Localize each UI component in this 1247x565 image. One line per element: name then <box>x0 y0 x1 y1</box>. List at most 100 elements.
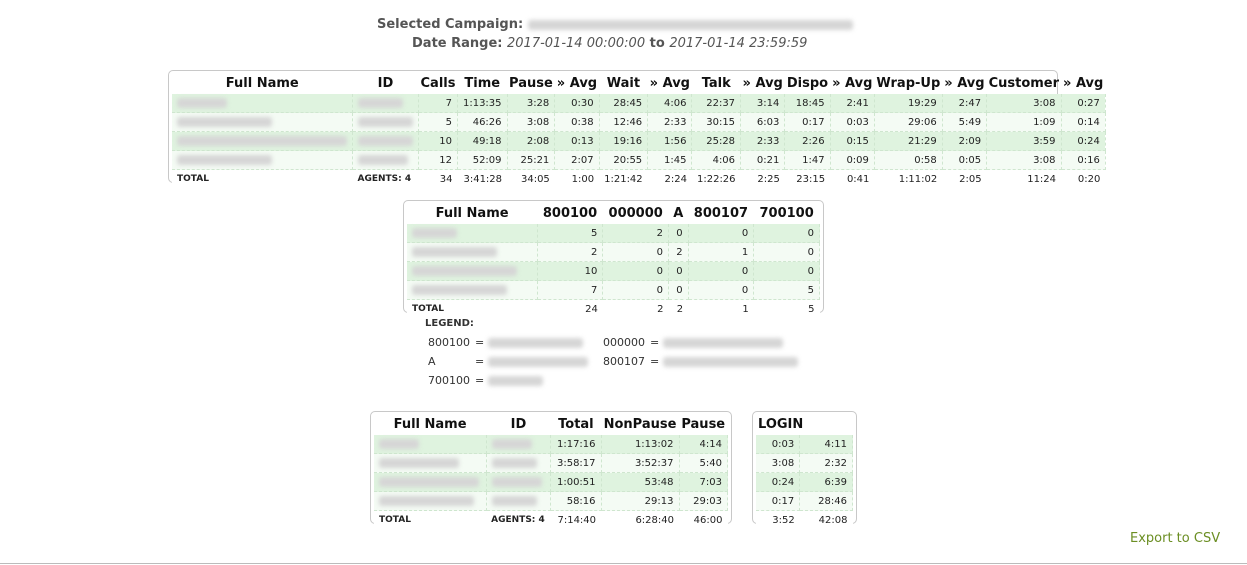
table-row: 1:00:51 53:48 7:03 <box>374 472 728 492</box>
table-cell: 2:32 <box>799 453 853 473</box>
column-header: Dispo <box>786 76 829 91</box>
status-count-table: Full Name 800100 000000 A 800107 700100 52000… <box>403 200 824 318</box>
total-label: TOTAL <box>407 299 538 318</box>
redacted-text <box>379 457 459 468</box>
total-cell: 1 <box>688 299 754 318</box>
table-row: 12 52:09 25:21 2:07 20:55 1:45 4:06 0:21 1:47 0:0… <box>172 150 1106 170</box>
total-cell: 34 <box>418 169 458 188</box>
redacted-text <box>177 116 272 127</box>
table-cell: 20:55 <box>599 150 649 170</box>
table-cell: 3:08 <box>986 94 1062 113</box>
redacted-text <box>491 476 542 487</box>
table-cell: 3:59 <box>986 131 1062 151</box>
table-row: 0:24 6:39 <box>756 472 853 492</box>
table-cell: 5 <box>753 280 820 300</box>
table-cell: 10 <box>537 261 604 281</box>
redacted-text <box>177 135 347 146</box>
table-cell: 0 <box>688 224 755 243</box>
date-to: 2017-01-14 23:59:59 <box>669 36 808 51</box>
table-cell: 0 <box>753 242 820 262</box>
total-cell: 0:41 <box>830 169 875 188</box>
column-header: Wait <box>606 76 641 91</box>
total-cell: 2 <box>668 299 689 318</box>
table-row: 20210 <box>407 242 820 262</box>
agent-name-cell <box>407 224 538 243</box>
column-header: A <box>673 206 684 221</box>
agent-id-cell <box>486 435 552 454</box>
table-cell: 2:41 <box>830 94 875 113</box>
table-cell: 0 <box>602 242 670 262</box>
table-row: 3:08 2:32 <box>756 453 853 473</box>
agent-name-cell <box>172 131 353 151</box>
table-cell: 0 <box>602 261 670 281</box>
redacted-text <box>379 476 479 487</box>
table-cell: 0 <box>668 224 689 243</box>
total-cell: 34:05 <box>507 169 555 188</box>
table-cell: 0:24 <box>1061 131 1106 151</box>
bottom-divider <box>0 563 1247 564</box>
agent-id-cell <box>352 112 419 132</box>
table-row: 58:16 29:13 29:03 <box>374 491 728 511</box>
table-cell: 7 <box>537 280 604 300</box>
total-cell: 2:24 <box>647 169 692 188</box>
column-header: 800100 <box>542 206 598 221</box>
table-cell: 21:29 <box>874 131 943 151</box>
agent-id-cell <box>352 150 419 170</box>
agent-id-cell <box>486 472 552 492</box>
table-cell: 0 <box>753 224 820 243</box>
column-header: Wrap-Up <box>876 76 941 91</box>
table-cell: 3:08 <box>507 112 556 132</box>
column-header: Time <box>464 76 501 91</box>
redacted-text <box>379 438 419 449</box>
table-cell: 1 <box>688 242 755 262</box>
agent-id-cell <box>352 94 419 113</box>
agent-id-cell <box>486 491 552 511</box>
table-cell: 4:06 <box>691 150 742 170</box>
table-cell: 0:16 <box>1061 150 1106 170</box>
table-cell: 19:16 <box>599 131 649 151</box>
table-row: 10 49:18 2:08 0:13 19:16 1:56 25:28 2:33 2:26 0:1… <box>172 131 1106 151</box>
export-csv-link[interactable]: Export to CSV <box>1130 531 1220 546</box>
table-cell: 58:16 <box>550 491 602 511</box>
table-cell: 0:15 <box>830 131 875 151</box>
legend: LEGEND: 800100 = 000000 = A = 800107 = 70010… <box>425 318 825 390</box>
total-cell: 1:22:26 <box>691 169 741 188</box>
table-row: 7 1:13:35 3:28 0:30 28:45 4:06 22:37 3:14 18:45 2… <box>172 94 1106 113</box>
table-cell: 0:30 <box>554 94 600 113</box>
table-cell: 49:18 <box>457 131 508 151</box>
table-cell: 29:06 <box>874 112 943 132</box>
total-cell: 42:08 <box>799 510 853 529</box>
table-cell: 2:07 <box>554 150 600 170</box>
campaign-label: Selected Campaign: <box>377 17 524 32</box>
agent-name-cell <box>407 242 538 262</box>
agents-count: AGENTS: 4 <box>486 510 551 529</box>
table-cell: 5:49 <box>942 112 988 132</box>
table-cell: 3:08 <box>986 150 1062 170</box>
total-cell: 1:21:42 <box>599 169 648 188</box>
column-header: Pause <box>681 417 726 432</box>
column-header: » Avg <box>832 76 873 91</box>
agent-name-cell <box>172 112 353 132</box>
legend-item-000000: 000000 = <box>603 336 783 349</box>
campaign-line: Selected Campaign: <box>377 17 853 32</box>
table-cell: 0:24 <box>756 472 801 492</box>
redacted-text <box>412 246 497 257</box>
table-cell: 0 <box>668 280 689 300</box>
table-cell: 0:27 <box>1061 94 1106 113</box>
table-cell: 2:47 <box>942 94 988 113</box>
column-header: » Avg <box>556 76 598 91</box>
column-header: ID <box>510 417 527 432</box>
table-cell: 0:17 <box>784 112 831 132</box>
column-header: 000000 <box>608 206 663 221</box>
redacted-text <box>177 97 227 108</box>
table-cell: 0:09 <box>830 150 875 170</box>
redacted-text <box>379 495 474 506</box>
table-cell: 1:56 <box>647 131 693 151</box>
agent-time-table: Full Name ID Calls Time Pause» Avg Wait» Avg T… <box>168 70 1106 188</box>
table-cell: 0 <box>602 280 670 300</box>
legend-title: LEGEND: <box>425 318 474 329</box>
table-cell: 1:13:02 <box>601 435 680 454</box>
table-cell: 0:03 <box>756 435 801 454</box>
login-table: LOGIN 0:03 4:11 3:08 2:32 0:24 6:39 0:17 28:46 3… <box>752 411 857 529</box>
column-header: LOGIN <box>758 417 804 432</box>
